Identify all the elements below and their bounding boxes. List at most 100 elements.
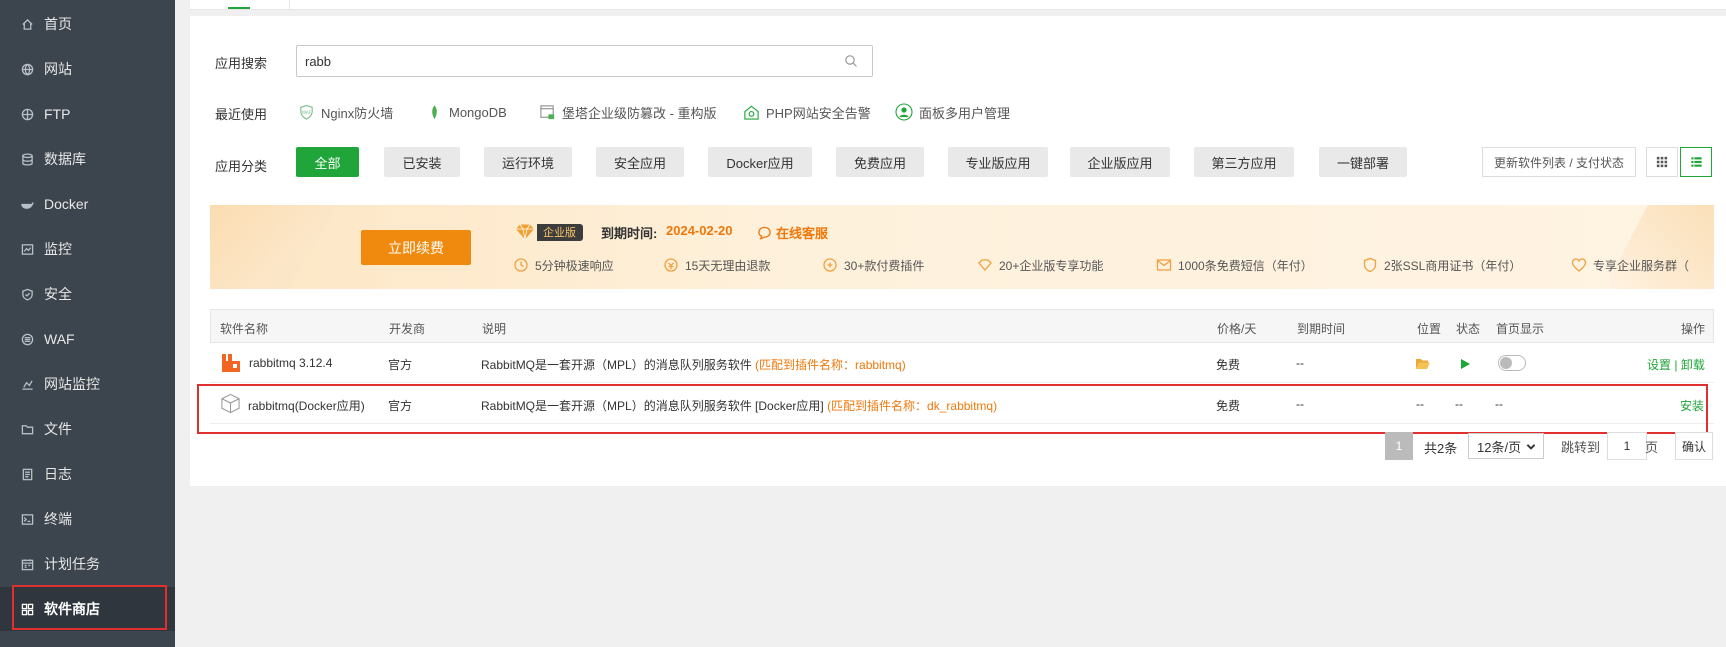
- category-docker[interactable]: Docker应用: [708, 147, 812, 177]
- software-name: rabbitmq 3.12.4: [249, 356, 333, 370]
- feature-enterprise-group: 专享企业服务群（: [1571, 256, 1714, 274]
- feature-refund: 15天无理由退款: [663, 256, 770, 274]
- category-enterprise[interactable]: 企业版应用: [1070, 147, 1170, 177]
- mail-icon: [1156, 257, 1172, 273]
- folder-icon: [20, 422, 34, 436]
- folder-open-icon[interactable]: [1415, 357, 1431, 371]
- jump-confirm-button[interactable]: 确认: [1675, 432, 1713, 460]
- category-third-party[interactable]: 第三方应用: [1194, 147, 1294, 177]
- sidebar-item-ftp[interactable]: FTP: [0, 92, 175, 136]
- sidebar-item-label: 监控: [44, 241, 72, 257]
- sidebar-item-label: 计划任务: [44, 556, 100, 572]
- monitor-icon: [20, 242, 34, 256]
- header-developer: 开发商: [389, 322, 426, 336]
- recent-item-label: MongoDB: [449, 104, 507, 120]
- recent-item-label: 堡塔企业级防篡改 - 重构版: [562, 105, 717, 121]
- sidebar: 首页 网站 FTP 数据库 Docker 监控 安全 WAF 网站监控 文件 日…: [0, 0, 175, 647]
- recent-item-label: PHP网站安全告警: [766, 105, 871, 121]
- sidebar-item-label: 网站: [44, 61, 72, 77]
- grid-icon: [1656, 156, 1668, 168]
- page-unit-label: 页: [1645, 440, 1659, 455]
- crown-icon: [977, 257, 993, 273]
- play-icon[interactable]: [1459, 358, 1471, 370]
- recent-item-nginx-firewall[interactable]: WAF Nginx防火墙: [297, 102, 393, 122]
- waf-icon: [20, 332, 34, 346]
- renew-button[interactable]: 立即续费: [361, 230, 471, 265]
- sidebar-item-security[interactable]: 安全: [0, 272, 175, 316]
- category-label: 应用分类: [215, 159, 268, 174]
- sidebar-item-terminal[interactable]: 终端: [0, 497, 175, 541]
- jump-page-input[interactable]: 1: [1607, 432, 1647, 460]
- category-one-click[interactable]: 一键部署: [1319, 147, 1407, 177]
- feature-label: 15天无理由退款: [685, 258, 771, 273]
- tab-divider: [289, 0, 290, 10]
- category-pro[interactable]: 专业版应用: [948, 147, 1048, 177]
- recent-item-tamper-proof[interactable]: 堡塔企业级防篡改 - 重构版: [538, 102, 717, 122]
- settings-link[interactable]: 设置: [1647, 358, 1671, 372]
- home-icon: [20, 17, 34, 31]
- multi-user-icon: [895, 103, 913, 121]
- recent-label: 最近使用: [215, 107, 268, 122]
- update-list-button[interactable]: 更新软件列表 / 支付状态: [1482, 147, 1636, 177]
- header-location: 位置: [1417, 322, 1442, 336]
- feature-ssl-certs: 2张SSL商用证书（年付）: [1362, 256, 1521, 274]
- alarm-building-icon: [742, 103, 760, 121]
- category-all[interactable]: 全部: [296, 147, 359, 177]
- feature-paid-plugins: 30+款付费插件: [822, 256, 924, 274]
- search-icon[interactable]: [844, 54, 858, 68]
- expire-time: --: [1296, 356, 1304, 370]
- refund-icon: [663, 257, 679, 273]
- highlight-box-docker-row: [197, 384, 1708, 434]
- category-security[interactable]: 安全应用: [596, 147, 684, 177]
- shield-icon: [20, 287, 34, 301]
- list-view-button[interactable]: [1680, 147, 1712, 177]
- chart-icon: [20, 377, 34, 391]
- terminal-icon: [20, 512, 34, 526]
- search-label: 应用搜索: [215, 56, 268, 71]
- sidebar-item-label: 日志: [44, 466, 72, 482]
- feature-label: 1000条免费短信（年付）: [1178, 258, 1313, 273]
- calendar-icon: [20, 557, 34, 571]
- category-installed[interactable]: 已安装: [384, 147, 460, 177]
- sidebar-item-monitor[interactable]: 监控: [0, 227, 175, 271]
- sidebar-item-database[interactable]: 数据库: [0, 137, 175, 181]
- sidebar-item-cron[interactable]: 计划任务: [0, 542, 175, 586]
- ssl-shield-icon: [1362, 257, 1378, 273]
- expire-date: 2024-02-20: [666, 223, 733, 238]
- category-free[interactable]: 免费应用: [836, 147, 924, 177]
- uninstall-link[interactable]: 卸载: [1681, 358, 1705, 372]
- feature-enterprise-exclusive: 20+企业版专享功能: [977, 256, 1103, 274]
- pagination-current-page[interactable]: 1: [1385, 432, 1413, 460]
- list-icon: [1690, 157, 1702, 167]
- sidebar-item-logs[interactable]: 日志: [0, 452, 175, 496]
- online-service-link[interactable]: 在线客服: [757, 223, 828, 242]
- tab-strip: [190, 0, 1726, 10]
- grid-view-button[interactable]: [1646, 147, 1678, 177]
- active-tab-indicator: [228, 7, 250, 9]
- category-runtime[interactable]: 运行环境: [484, 147, 572, 177]
- header-homepage: 首页显示: [1496, 322, 1545, 336]
- search-input[interactable]: [297, 46, 817, 76]
- table-header: 软件名称 开发商 说明 价格/天 到期时间 位置 状态 首页显示 操作: [210, 309, 1714, 343]
- enterprise-tag: 企业版: [537, 223, 583, 241]
- recent-item-multi-user[interactable]: 面板多用户管理: [895, 102, 1010, 122]
- feature-label: 专享企业服务群（: [1593, 258, 1690, 273]
- banner-decoration-right: [1604, 205, 1714, 289]
- chevron-down-icon: [1526, 444, 1536, 450]
- sidebar-item-label: 安全: [44, 286, 72, 302]
- homepage-toggle[interactable]: [1498, 355, 1526, 371]
- recent-item-php-security[interactable]: PHP网站安全告警: [742, 102, 871, 122]
- sidebar-item-files[interactable]: 文件: [0, 407, 175, 451]
- sidebar-item-waf[interactable]: WAF: [0, 317, 175, 361]
- sidebar-item-site-monitor[interactable]: 网站监控: [0, 362, 175, 406]
- sidebar-item-docker[interactable]: Docker: [0, 182, 175, 226]
- pagination-total: 共2条: [1424, 441, 1458, 456]
- action-group: 设置 | 卸载: [1647, 358, 1705, 372]
- highlight-box-sidebar: [12, 585, 167, 630]
- enterprise-badge: 企业版: [513, 222, 583, 242]
- recent-item-mongodb[interactable]: MongoDB: [425, 102, 507, 122]
- sidebar-item-website[interactable]: 网站: [0, 47, 175, 91]
- diamond-icon: [516, 224, 534, 240]
- sidebar-item-home[interactable]: 首页: [0, 2, 175, 46]
- page-size-select[interactable]: 12条/页: [1468, 433, 1544, 459]
